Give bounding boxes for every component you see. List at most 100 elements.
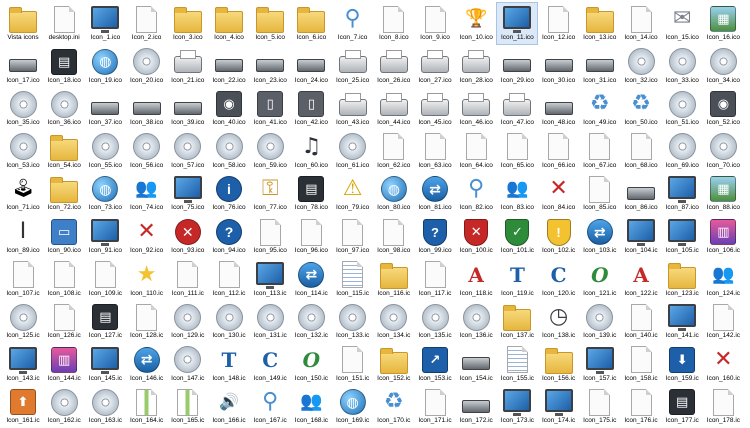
file-item[interactable]: Icon_2.ico — [127, 3, 167, 44]
file-item[interactable]: Ⅰ Icon_89.ico — [3, 216, 43, 257]
file-item[interactable]: Icon_33.ico — [662, 46, 702, 87]
file-item[interactable]: Icon_72.ico — [44, 173, 84, 214]
file-item[interactable]: Icon_95.ico — [250, 216, 290, 257]
file-item[interactable]: ⚲ Icon_167.ic — [250, 386, 290, 427]
file-item[interactable]: Icon_23.ico — [250, 46, 290, 87]
file-item[interactable]: A Icon_122.ic — [621, 259, 661, 300]
file-item[interactable]: Icon_123.ic — [662, 259, 702, 300]
file-item[interactable]: Icon_36.ico — [44, 88, 84, 129]
file-item[interactable]: Icon_58.ico — [209, 131, 249, 172]
file-item[interactable]: Icon_61.ico — [333, 131, 373, 172]
file-item[interactable]: Icon_22.ico — [209, 46, 249, 87]
file-item[interactable]: 👥 Icon_168.ic — [291, 386, 331, 427]
file-item[interactable]: ? Icon_99.ico — [415, 216, 455, 257]
file-item[interactable]: Icon_147.ic — [168, 344, 208, 385]
file-item[interactable]: ◍ Icon_73.ico — [85, 173, 125, 214]
file-item[interactable]: Icon_111.ic — [168, 259, 208, 300]
file-item[interactable]: ⇄ Icon_114.ic — [291, 259, 331, 300]
file-item[interactable]: Icon_155.ic — [497, 344, 537, 385]
file-item[interactable]: ✕ Icon_93.ico — [168, 216, 208, 257]
file-item[interactable]: Icon_46.ico — [456, 88, 496, 129]
file-item[interactable]: Icon_126.ic — [44, 301, 84, 342]
file-item[interactable]: Icon_51.ico — [662, 88, 702, 129]
file-item[interactable]: Icon_178.ic — [703, 386, 743, 427]
file-item[interactable]: ✕ Icon_100.ic — [456, 216, 496, 257]
file-item[interactable]: Icon_57.ico — [168, 131, 208, 172]
file-item[interactable]: ♻ Icon_50.ico — [621, 88, 661, 129]
file-item[interactable]: Icon_130.ic — [209, 301, 249, 342]
file-item[interactable]: A Icon_118.ic — [456, 259, 496, 300]
file-item[interactable]: Icon_4.ico — [209, 3, 249, 44]
file-item[interactable]: Icon_62.ico — [374, 131, 414, 172]
file-item[interactable]: T Icon_148.ic — [209, 344, 249, 385]
file-item[interactable]: Icon_165.ic — [168, 386, 208, 427]
file-item[interactable]: O Icon_121.ic — [580, 259, 620, 300]
file-item[interactable]: Icon_37.ico — [85, 88, 125, 129]
file-item[interactable]: ▤ Icon_18.ico — [44, 46, 84, 87]
file-item[interactable]: Icon_27.ico — [415, 46, 455, 87]
file-item[interactable]: Icon_39.ico — [168, 88, 208, 129]
file-item[interactable]: Icon_105.ic — [662, 216, 702, 257]
file-item[interactable]: 👥 Icon_124.ic — [703, 259, 743, 300]
file-item[interactable]: ⚠ Icon_79.ico — [333, 173, 373, 214]
file-item[interactable]: Icon_91.ico — [85, 216, 125, 257]
file-item[interactable]: ↗ Icon_153.ic — [415, 344, 455, 385]
file-item[interactable]: T Icon_119.ic — [497, 259, 537, 300]
file-item[interactable]: Icon_113.ic — [250, 259, 290, 300]
file-item[interactable]: Icon_56.ico — [127, 131, 167, 172]
file-item[interactable]: Icon_117.ic — [415, 259, 455, 300]
file-item[interactable]: Icon_142.ic — [703, 301, 743, 342]
file-item[interactable]: ◍ Icon_80.ico — [374, 173, 414, 214]
file-item[interactable]: Icon_64.ico — [456, 131, 496, 172]
file-item[interactable]: ✉ Icon_15.ico — [662, 3, 702, 44]
file-item[interactable]: Icon_141.ic — [662, 301, 702, 342]
file-item[interactable]: Icon_31.ico — [580, 46, 620, 87]
file-item[interactable]: ▯ Icon_42.ico — [291, 88, 331, 129]
file-item[interactable]: Icon_139.ic — [580, 301, 620, 342]
file-item[interactable]: ! Icon_102.ic — [539, 216, 579, 257]
file-item[interactable]: Icon_29.ico — [497, 46, 537, 87]
file-item[interactable]: ⇄ Icon_81.ico — [415, 173, 455, 214]
file-item[interactable]: ▯ Icon_41.ico — [250, 88, 290, 129]
file-item[interactable]: Icon_5.ico — [250, 3, 290, 44]
file-item[interactable]: Icon_151.ic — [333, 344, 373, 385]
file-item[interactable]: ▦ Icon_16.ico — [703, 3, 743, 44]
file-item[interactable]: Icon_172.ic — [456, 386, 496, 427]
file-item[interactable]: ▤ Icon_177.ic — [662, 386, 702, 427]
file-item[interactable]: Icon_176.ic — [621, 386, 661, 427]
file-item[interactable]: Icon_17.ico — [3, 46, 43, 87]
file-item[interactable]: Icon_107.ic — [3, 259, 43, 300]
file-item[interactable]: Icon_44.ico — [374, 88, 414, 129]
file-item[interactable]: Icon_132.ic — [291, 301, 331, 342]
file-item[interactable]: Icon_20.ico — [127, 46, 167, 87]
file-item[interactable]: Icon_38.ico — [127, 88, 167, 129]
file-item[interactable]: ? Icon_94.ico — [209, 216, 249, 257]
file-item[interactable]: Icon_157.ic — [580, 344, 620, 385]
file-item[interactable]: Icon_67.ico — [580, 131, 620, 172]
file-item[interactable]: Icon_85.ico — [580, 173, 620, 214]
file-item[interactable]: Icon_173.ic — [497, 386, 537, 427]
file-item[interactable]: Icon_69.ico — [662, 131, 702, 172]
file-item[interactable]: O Icon_150.ic — [291, 344, 331, 385]
file-item[interactable]: Icon_54.ico — [44, 131, 84, 172]
file-item[interactable]: Vista icons — [3, 3, 43, 44]
file-item[interactable]: Icon_158.ic — [621, 344, 661, 385]
file-item[interactable]: Icon_70.ico — [703, 131, 743, 172]
file-item[interactable]: Icon_55.ico — [85, 131, 125, 172]
file-item[interactable]: ✕ Icon_92.ico — [127, 216, 167, 257]
file-item[interactable]: Icon_24.ico — [291, 46, 331, 87]
file-item[interactable]: Icon_98.ico — [374, 216, 414, 257]
file-item[interactable]: ♻ Icon_170.ic — [374, 386, 414, 427]
file-item[interactable]: 🏆 Icon_10.ico — [456, 3, 496, 44]
file-item[interactable]: Icon_28.ico — [456, 46, 496, 87]
file-item[interactable]: Icon_45.ico — [415, 88, 455, 129]
file-item[interactable]: Icon_65.ico — [497, 131, 537, 172]
file-item[interactable]: Icon_47.ico — [497, 88, 537, 129]
file-item[interactable]: Icon_35.ico — [3, 88, 43, 129]
file-item[interactable]: Icon_135.ic — [415, 301, 455, 342]
file-item[interactable]: ✕ Icon_160.ic — [703, 344, 743, 385]
file-item[interactable]: Icon_109.ic — [85, 259, 125, 300]
file-item[interactable]: Icon_143.ic — [3, 344, 43, 385]
file-item[interactable]: desktop.ini — [44, 3, 84, 44]
file-item[interactable]: Icon_63.ico — [415, 131, 455, 172]
